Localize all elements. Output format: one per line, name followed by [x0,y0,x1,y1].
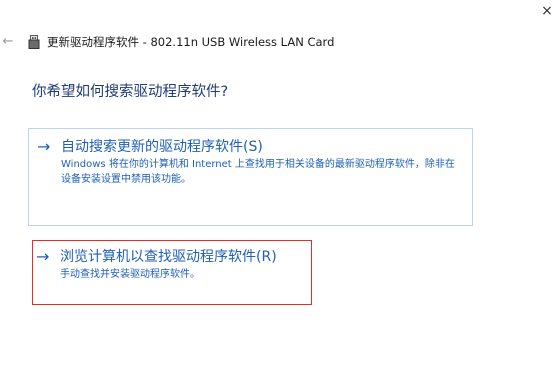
browse-computer-text: 浏览计算机以查找驱动程序软件(R) 手动查找并安装驱动程序软件。 [60,248,277,282]
arrow-right-icon: → [37,137,51,156]
back-arrow-icon: ← [2,34,14,49]
window-header: ← 更新驱动程序软件 - 802.11n USB Wireless LAN Ca… [0,33,334,51]
close-button[interactable]: × [538,2,556,20]
auto-search-title: 自动搜索更新的驱动程序软件(S) [61,139,263,155]
update-driver-window: × ← 更新驱动程序软件 - 802.11n USB Wireless LAN … [0,0,560,386]
browse-computer-title: 浏览计算机以查找驱动程序软件(R) [60,249,277,265]
auto-search-option[interactable]: → 自动搜索更新的驱动程序软件(S) Windows 将在你的计算机和 Inte… [28,128,473,226]
arrow-right-icon: → [36,247,50,266]
close-icon: × [541,3,553,19]
window-title: 更新驱动程序软件 - 802.11n USB Wireless LAN Card [47,35,335,49]
device-icon [28,35,40,49]
browse-computer-row: → 浏览计算机以查找驱动程序软件(R) 手动查找并安装驱动程序软件。 [36,248,277,282]
browse-computer-option[interactable]: → 浏览计算机以查找驱动程序软件(R) 手动查找并安装驱动程序软件。 [32,240,312,305]
page-heading: 你希望如何搜索驱动程序软件? [32,84,229,100]
auto-search-row: → 自动搜索更新的驱动程序软件(S) Windows 将在你的计算机和 Inte… [37,138,456,187]
auto-search-description: Windows 将在你的计算机和 Internet 上查找用于相关设备的最新驱动… [61,159,455,185]
browse-computer-description: 手动查找并安装驱动程序软件。 [60,269,200,280]
back-button[interactable]: ← [0,34,16,50]
auto-search-text: 自动搜索更新的驱动程序软件(S) Windows 将在你的计算机和 Intern… [61,138,456,187]
